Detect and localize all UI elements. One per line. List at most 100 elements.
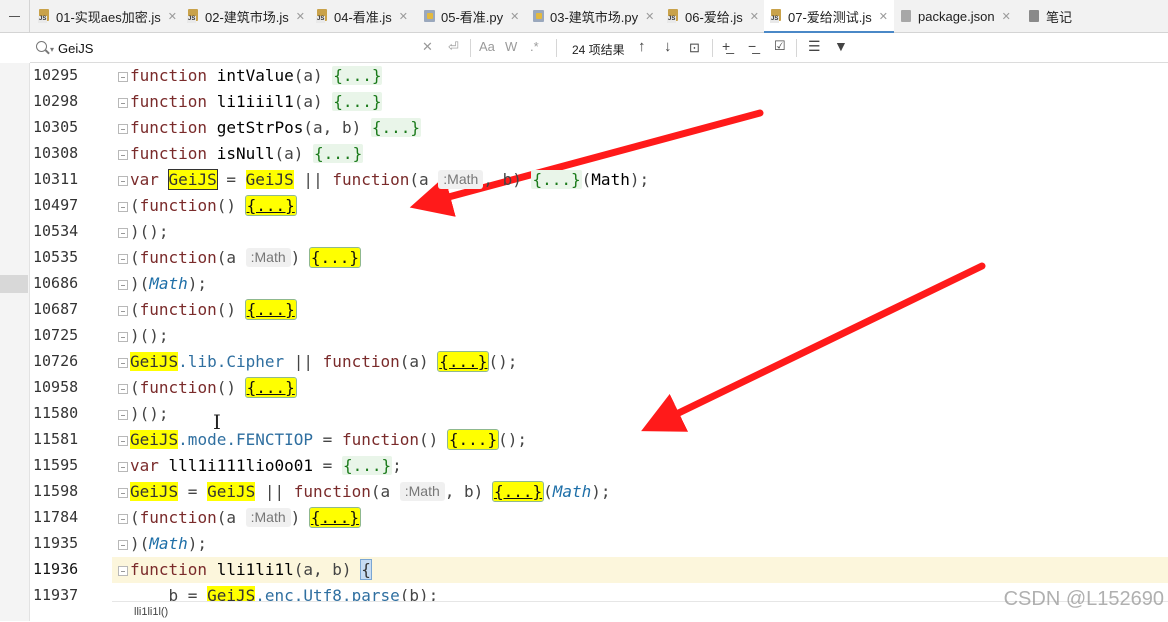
folded-block[interactable]: {...}: [370, 118, 422, 137]
search-history-chevron-icon[interactable]: ▾: [50, 45, 54, 54]
folded-block[interactable]: {...}: [308, 507, 362, 528]
code-line[interactable]: function lli1li1l(a, b) {: [112, 557, 372, 583]
code-token: function: [130, 560, 208, 579]
code-line[interactable]: GeiJS.mode.FENCTIOP = function() {...}()…: [112, 427, 527, 453]
js-file-icon: [316, 9, 329, 24]
filter-options-icon[interactable]: ☰: [808, 38, 821, 55]
code-line[interactable]: GeiJS.lib.Cipher || function(a) {...}();: [112, 349, 517, 375]
code-line[interactable]: (function() {...}: [112, 193, 297, 219]
code-line[interactable]: function intValue(a) {...}: [112, 63, 383, 89]
close-tab-icon[interactable]: ✕: [645, 10, 654, 23]
code-token: =: [313, 456, 342, 475]
previous-occurrence-arrow-up-icon[interactable]: ↑: [638, 38, 646, 55]
fold-toggle-icon[interactable]: [118, 514, 128, 524]
close-tab-icon[interactable]: ✕: [750, 10, 759, 23]
code-line[interactable]: (function() {...}: [112, 375, 297, 401]
fold-toggle-icon[interactable]: [118, 98, 128, 108]
tab-3[interactable]: 05-看准.py ✕: [417, 0, 525, 33]
code-line[interactable]: function isNull(a) {...}: [112, 141, 364, 167]
code-line[interactable]: )(Math);: [112, 271, 207, 297]
tab-8[interactable]: 笔记: [1022, 0, 1078, 33]
py-file-icon: [423, 9, 436, 24]
fold-toggle-icon[interactable]: [118, 436, 128, 446]
close-tab-icon[interactable]: ✕: [399, 10, 408, 23]
search-icon[interactable]: [36, 41, 47, 52]
fold-toggle-icon[interactable]: [118, 176, 128, 186]
filter-funnel-icon[interactable]: ▼: [834, 38, 848, 54]
next-occurrence-arrow-down-icon[interactable]: ↓: [664, 38, 672, 55]
folded-block[interactable]: {...}: [491, 481, 545, 502]
folded-block[interactable]: {...}: [244, 195, 297, 216]
code-line[interactable]: )();: [112, 401, 169, 427]
folded-block[interactable]: {...}: [244, 299, 297, 320]
clear-search-icon[interactable]: ✕: [422, 39, 433, 55]
code-token: ||: [284, 352, 323, 371]
fold-toggle-icon[interactable]: [118, 228, 128, 238]
code-line[interactable]: function li1iiil1(a) {...}: [112, 89, 383, 115]
fold-toggle-icon[interactable]: [118, 124, 128, 134]
code-line[interactable]: )();: [112, 323, 169, 349]
code-line[interactable]: (function() {...}: [112, 297, 297, 323]
fold-toggle-icon[interactable]: [118, 566, 128, 576]
collapse-panel-button[interactable]: [0, 0, 30, 33]
search-input[interactable]: [56, 38, 436, 58]
fold-toggle-icon[interactable]: [118, 306, 128, 316]
code-line[interactable]: (function(a :Math) {...}: [112, 505, 362, 531]
fold-toggle-icon[interactable]: [118, 332, 128, 342]
folded-block[interactable]: {...}: [437, 351, 490, 372]
code-line[interactable]: b = GeiJS.enc.Utf8.parse(b);: [112, 583, 438, 601]
fold-toggle-icon[interactable]: [118, 254, 128, 264]
folded-block[interactable]: {...}: [308, 247, 362, 268]
line-numbers: 10295 10298 10305 10308 10311 10497 10534 10535…: [30, 63, 112, 621]
tab-6[interactable]: 07-爱给测试.js ✕: [764, 0, 895, 34]
fold-toggle-icon[interactable]: [118, 150, 128, 160]
code-token: ||: [293, 170, 333, 189]
tab-4[interactable]: 03-建筑市场.py ✕: [526, 0, 660, 33]
code-line[interactable]: GeiJS = GeiJS || function(a :Math, b) {.…: [112, 479, 611, 505]
fold-toggle-icon[interactable]: [118, 358, 128, 368]
code-line[interactable]: (function(a :Math) {...}: [112, 245, 362, 271]
fold-toggle-icon[interactable]: [118, 384, 128, 394]
fold-toggle-icon[interactable]: [118, 488, 128, 498]
remove-occurrence-icon[interactable]: −̲: [748, 38, 756, 54]
code-line[interactable]: )(Math);: [112, 531, 207, 557]
code-line[interactable]: function getStrPos(a, b) {...}: [112, 115, 422, 141]
fold-toggle-icon[interactable]: [118, 462, 128, 472]
fold-toggle-icon[interactable]: [118, 202, 128, 212]
folded-block[interactable]: {...}: [446, 429, 500, 450]
code-editor[interactable]: function intValue(a) {...} function li1ii…: [112, 63, 1168, 601]
fold-toggle-icon[interactable]: [118, 410, 128, 420]
select-all-occurrences-icon[interactable]: ☑: [774, 38, 786, 54]
tab-2[interactable]: 04-看准.js ✕: [310, 0, 414, 33]
fold-toggle-icon[interactable]: [118, 540, 128, 550]
open-in-window-icon[interactable]: ⊡: [689, 40, 700, 56]
add-occurrence-icon[interactable]: +̲: [722, 38, 730, 54]
fold-toggle-icon[interactable]: [118, 280, 128, 290]
tab-0[interactable]: 01-实现aes加密.js ✕: [32, 0, 183, 33]
code-token: ();: [488, 352, 518, 371]
folded-block[interactable]: {...}: [313, 144, 364, 163]
folded-block[interactable]: {...}: [332, 92, 383, 111]
close-tab-icon[interactable]: ✕: [879, 10, 888, 23]
code-line[interactable]: )();: [112, 219, 169, 245]
code-token: function: [139, 248, 217, 267]
close-tab-icon[interactable]: ✕: [168, 10, 177, 23]
regex-toggle[interactable]: .*: [530, 39, 539, 54]
close-tab-icon[interactable]: ✕: [296, 10, 305, 23]
folded-block[interactable]: {...}: [341, 456, 393, 475]
close-tab-icon[interactable]: ✕: [510, 10, 519, 23]
new-line-icon[interactable]: ⏎: [448, 39, 459, 55]
close-tab-icon[interactable]: ✕: [1002, 10, 1011, 23]
folded-block[interactable]: {...}: [332, 66, 383, 85]
tab-1[interactable]: 02-建筑市场.js ✕: [181, 0, 311, 33]
js-file-icon: [770, 9, 783, 24]
whole-words-toggle[interactable]: W: [505, 39, 517, 54]
code-line[interactable]: var GeiJS = GeiJS || function(a :Math, b…: [112, 167, 649, 193]
tab-7[interactable]: package.json ✕: [894, 0, 1017, 33]
folded-block[interactable]: {...}: [244, 377, 297, 398]
tab-5[interactable]: 06-爱给.js ✕: [661, 0, 765, 33]
code-line[interactable]: var lll1i111lio0o01 = {...};: [112, 453, 402, 479]
fold-toggle-icon[interactable]: [118, 72, 128, 82]
match-case-toggle[interactable]: Aa: [479, 39, 495, 54]
folded-block[interactable]: {...}: [531, 170, 582, 189]
